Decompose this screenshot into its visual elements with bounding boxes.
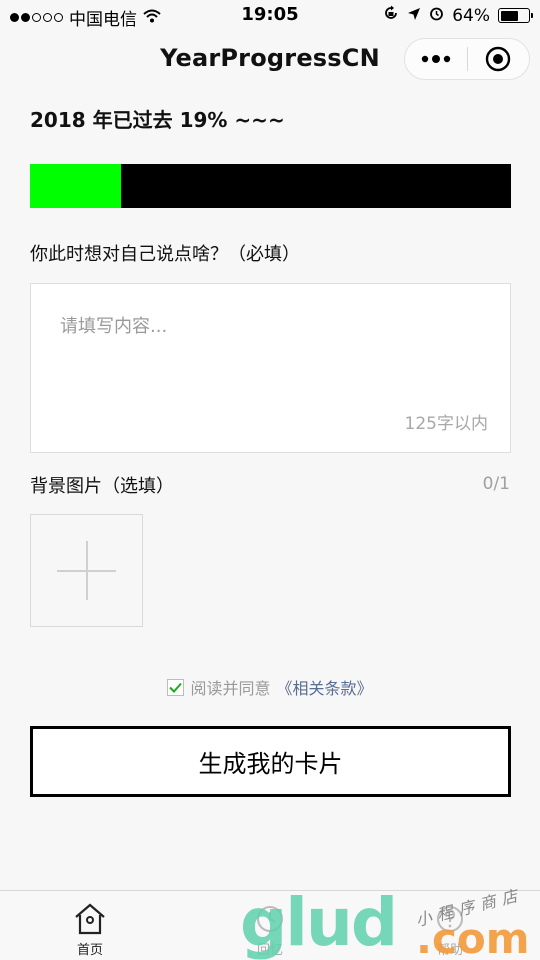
year-progress-fill bbox=[30, 164, 122, 208]
message-textarea[interactable]: 请填写内容... 125字以内 bbox=[30, 283, 511, 453]
agreement-text: 阅读并同意 bbox=[190, 679, 271, 698]
help-icon bbox=[437, 906, 463, 932]
terms-link[interactable]: 《相关条款》 bbox=[277, 675, 373, 699]
status-bar: 中国电信 19:05 64% bbox=[0, 0, 540, 30]
review-icon bbox=[257, 906, 283, 932]
rotation-lock-icon bbox=[383, 5, 399, 26]
check-icon bbox=[169, 682, 183, 693]
home-icon bbox=[75, 903, 105, 935]
character-limit: 125字以内 bbox=[404, 414, 488, 434]
background-image-count: 0/1 bbox=[482, 474, 510, 494]
year-progress-text: 2018 年已过去 19% ~~~ bbox=[30, 108, 285, 132]
status-right: 64% bbox=[383, 5, 533, 26]
alarm-clock-icon bbox=[429, 6, 444, 26]
battery-icon bbox=[498, 8, 533, 23]
tab-review[interactable]: 回忆 bbox=[180, 891, 360, 960]
navigation-bar: YearProgressCN bbox=[0, 30, 540, 90]
tab-bar: 首页 回忆 帮助 bbox=[0, 890, 540, 960]
mini-program-capsule bbox=[404, 38, 530, 80]
close-mini-program-button[interactable] bbox=[467, 39, 529, 79]
agreement-row: 阅读并同意 《相关条款》 bbox=[0, 675, 540, 699]
tab-help-label: 帮助 bbox=[436, 943, 463, 958]
agreement-checkbox[interactable] bbox=[167, 678, 185, 696]
generate-card-button[interactable]: 生成我的卡片 bbox=[30, 726, 511, 797]
battery-percent: 64% bbox=[452, 5, 490, 26]
more-dots-icon bbox=[421, 55, 450, 63]
tab-review-label: 回忆 bbox=[256, 943, 283, 958]
add-image-button[interactable] bbox=[30, 514, 143, 627]
year-progress-bar bbox=[30, 164, 511, 208]
tab-home-label: 首页 bbox=[76, 943, 103, 958]
target-circle-icon bbox=[486, 46, 511, 72]
tab-help[interactable]: 帮助 bbox=[360, 891, 540, 960]
background-image-label: 背景图片（选填） bbox=[30, 476, 174, 497]
message-placeholder: 请填写内容... bbox=[60, 316, 168, 337]
more-button[interactable] bbox=[405, 39, 467, 79]
tab-home[interactable]: 首页 bbox=[0, 891, 180, 960]
location-arrow-icon bbox=[407, 6, 421, 26]
message-label: 你此时想对自己说点啥？（必填） bbox=[30, 244, 300, 265]
